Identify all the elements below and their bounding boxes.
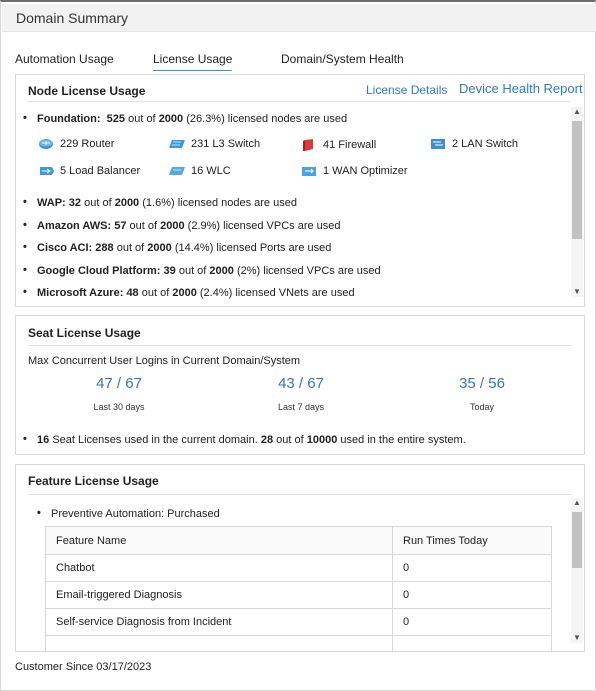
device-load-balancer-label: 5 Load Balancer [60, 165, 141, 177]
scrollbar-thumb[interactable] [572, 121, 582, 239]
feature-name-cell: Chatbot [45, 554, 393, 582]
feature-name-cell: Self-service Diagnosis from Incident [45, 608, 393, 636]
device-wlc: 16 WLC [169, 165, 231, 177]
device-wan-optimizer: 1 WAN Optimizer [301, 165, 408, 177]
table-row [45, 635, 552, 651]
lan-switch-icon [431, 139, 445, 149]
seat-license-panel: Seat License Usage Max Concurrent User L… [15, 315, 585, 455]
column-header-run-times[interactable]: Run Times Today [392, 526, 552, 555]
tab-automation-usage[interactable]: Automation Usage [15, 52, 114, 66]
scroll-down-arrow-icon[interactable]: ▼ [571, 633, 583, 643]
run-times-cell: 0 [392, 608, 552, 636]
cisco-aci-usage: Cisco ACI: 288 out of 2000 (14.4%) licen… [23, 241, 331, 254]
divider [28, 345, 572, 346]
wlc-icon [169, 167, 185, 175]
feature-usage-table: Feature Name Run Times Today Chatbot 0 E… [45, 526, 552, 651]
run-times-cell [392, 635, 552, 651]
divider [28, 101, 570, 102]
gcp-usage: Google Cloud Platform: 39 out of 2000 (2… [23, 264, 381, 277]
node-license-title: Node License Usage [28, 84, 146, 98]
divider [28, 494, 572, 495]
license-details-link[interactable]: License Details [366, 83, 447, 97]
seat-license-subtitle: Max Concurrent User Logins in Current Do… [28, 355, 301, 367]
stat-last-30-days: 47 / 67 Last 30 days [59, 375, 179, 412]
wan-optimizer-icon [302, 167, 316, 176]
feature-name-cell [45, 635, 393, 651]
feature-license-panel: Feature License Usage Preventive Automat… [15, 464, 585, 652]
seat-license-title: Seat License Usage [28, 326, 141, 340]
device-firewall: 41 Firewall [301, 138, 376, 152]
device-load-balancer: 5 Load Balancer [38, 165, 140, 177]
device-router-label: 229 Router [60, 138, 115, 150]
azure-usage: Microsoft Azure: 48 out of 2000 (2.4%) l… [23, 286, 355, 299]
node-license-scrollbar[interactable]: ▲ ▼ [571, 107, 583, 297]
table-row: Email-triggered Diagnosis 0 [45, 581, 552, 609]
window-titlebar: Domain Summary [2, 4, 596, 32]
column-header-feature-name[interactable]: Feature Name [45, 526, 393, 555]
device-firewall-label: 41 Firewall [323, 139, 377, 151]
tab-license-usage[interactable]: License Usage [153, 52, 233, 71]
foundation-usage: Foundation: 525 out of 2000 (26.3%) lice… [23, 112, 347, 125]
wap-usage: WAP: 32 out of 2000 (1.6%) licensed node… [23, 196, 297, 209]
table-row: Chatbot 0 [45, 554, 552, 582]
feature-license-scrollbar[interactable]: ▲ ▼ [571, 498, 583, 643]
table-header-row: Feature Name Run Times Today [45, 526, 552, 555]
tab-domain-system-health[interactable]: Domain/System Health [281, 52, 404, 66]
stat-value: 35 / 56 [459, 375, 505, 392]
device-l3-switch: 231 L3 Switch [169, 138, 260, 150]
feature-name-cell: Email-triggered Diagnosis [45, 581, 393, 609]
node-license-panel: Node License Usage License Details Devic… [15, 74, 585, 307]
scrollbar-thumb[interactable] [572, 512, 582, 568]
stat-value: 43 / 67 [278, 375, 324, 392]
scroll-up-arrow-icon[interactable]: ▲ [571, 498, 583, 508]
stat-today: 35 / 56 Today [422, 375, 542, 412]
device-router: 229 Router [38, 138, 114, 150]
scroll-down-arrow-icon[interactable]: ▼ [571, 287, 583, 297]
l3-switch-icon [169, 140, 185, 148]
stat-last-7-days: 43 / 67 Last 7 days [241, 375, 361, 412]
load-balancer-icon [40, 167, 54, 175]
scroll-up-arrow-icon[interactable]: ▲ [571, 107, 583, 117]
firewall-icon [303, 139, 313, 151]
stat-label: Last 30 days [93, 402, 145, 412]
device-wan-optimizer-label: 1 WAN Optimizer [323, 165, 408, 177]
window-title: Domain Summary [16, 10, 129, 26]
feature-license-title: Feature License Usage [28, 474, 159, 488]
device-wlc-label: 16 WLC [191, 165, 231, 177]
preventive-automation-status: Preventive Automation: Purchased [37, 507, 220, 520]
stat-label: Last 7 days [277, 402, 325, 412]
router-icon [39, 139, 53, 149]
device-lan-switch: 2 LAN Switch [430, 138, 518, 150]
run-times-cell: 0 [392, 554, 552, 582]
aws-usage: Amazon AWS: 57 out of 2000 (2.9%) licens… [23, 219, 341, 232]
seat-summary: 16 Seat Licenses used in the current dom… [23, 433, 466, 446]
device-lan-switch-label: 2 LAN Switch [452, 138, 519, 150]
run-times-cell: 0 [392, 581, 552, 609]
device-l3-switch-label: 231 L3 Switch [191, 138, 261, 150]
stat-value: 47 / 67 [96, 375, 142, 392]
table-row: Self-service Diagnosis from Incident 0 [45, 608, 552, 636]
stat-label: Today [469, 402, 495, 412]
customer-since: Customer Since 03/17/2023 [15, 661, 152, 673]
device-health-report-link[interactable]: Device Health Report [459, 81, 583, 96]
